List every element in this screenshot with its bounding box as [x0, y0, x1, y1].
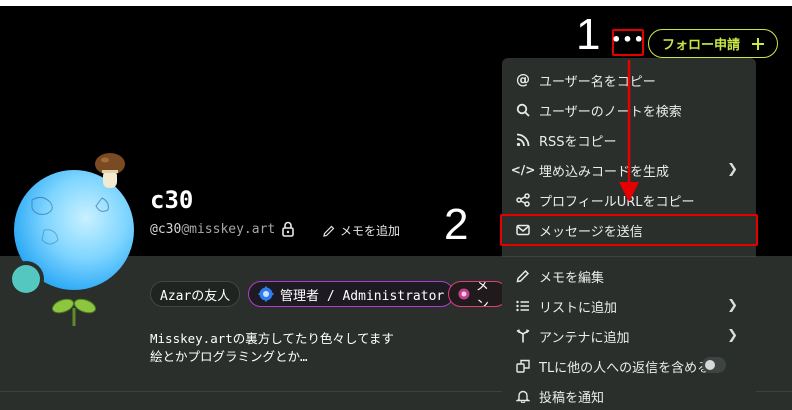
annotation-step-1: 1: [576, 10, 601, 59]
annotation-arrow: [619, 60, 639, 202]
annotation-step-2: 2: [444, 200, 469, 249]
